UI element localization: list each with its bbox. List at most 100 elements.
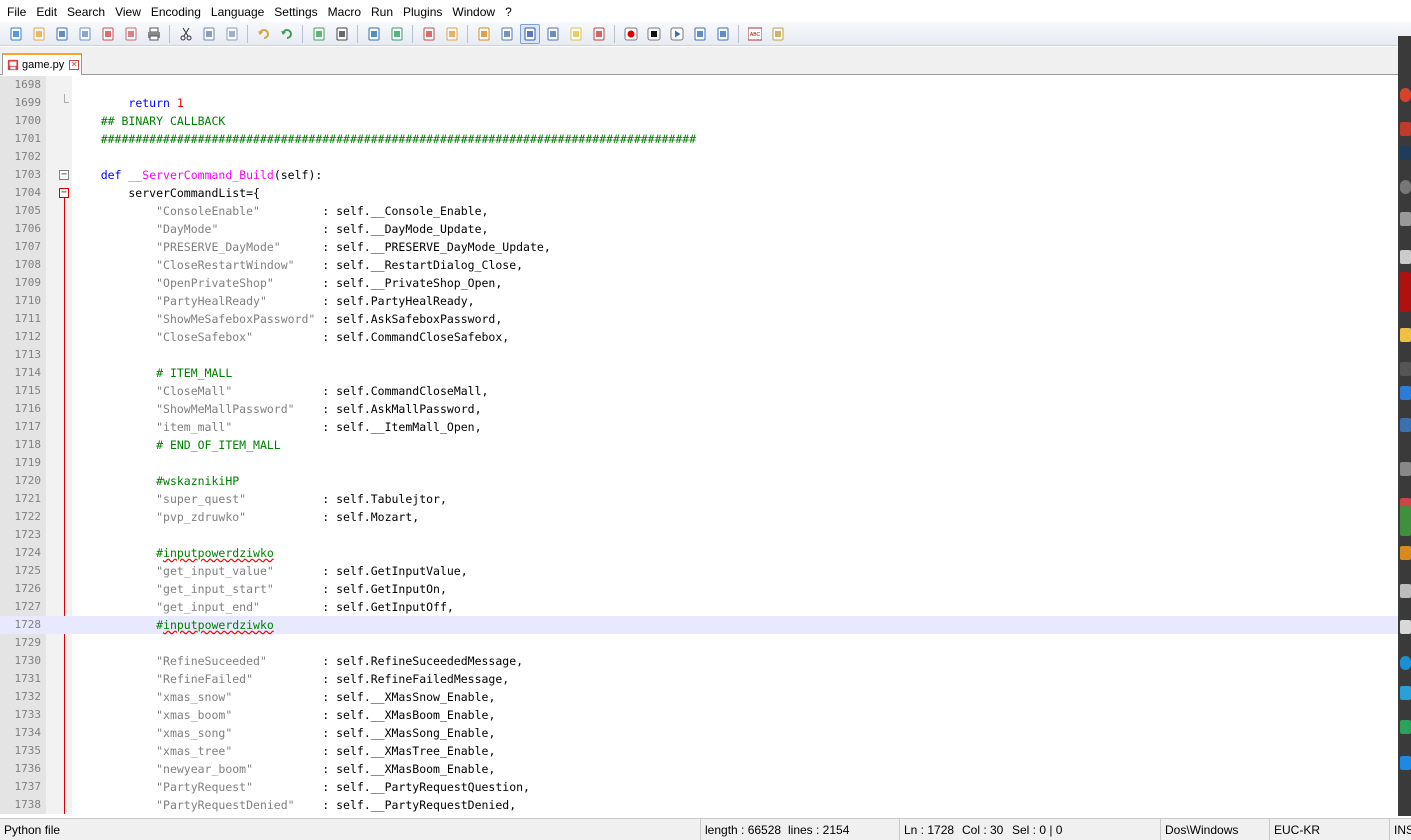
find-icon: [313, 27, 324, 40]
doc-map-button[interactable]: [566, 24, 586, 44]
word-wrap-button[interactable]: [474, 24, 494, 44]
cut-button[interactable]: [176, 24, 196, 44]
code-line[interactable]: 1707 "PRESERVE_DayMode" : self.__PRESERV…: [0, 238, 1398, 256]
paste-button[interactable]: [222, 24, 242, 44]
record-macro-button[interactable]: [621, 24, 641, 44]
code-line[interactable]: 1701 ###################################…: [0, 130, 1398, 148]
stop-macro-button[interactable]: [644, 24, 664, 44]
run-macro-multiple-button[interactable]: [690, 24, 710, 44]
code-line[interactable]: 1714 # ITEM_MALL: [0, 364, 1398, 382]
code-line[interactable]: 1722 "pvp_zdruwko" : self.Mozart,: [0, 508, 1398, 526]
save-all-button[interactable]: [75, 24, 95, 44]
menu-macro[interactable]: Macro: [323, 1, 366, 21]
menu-run[interactable]: Run: [366, 1, 398, 21]
code-line[interactable]: 1708 "CloseRestartWindow" : self.__Resta…: [0, 256, 1398, 274]
menu-edit[interactable]: Edit: [31, 1, 62, 21]
open-file-button[interactable]: [29, 24, 49, 44]
tab-close-icon[interactable]: ✕: [69, 60, 80, 70]
code-line[interactable]: 1718 # END_OF_ITEM_MALL: [0, 436, 1398, 454]
code-line[interactable]: 1732 "xmas_snow" : self.__XMasSnow_Enabl…: [0, 688, 1398, 706]
menu-window[interactable]: Window: [447, 1, 500, 21]
undo-icon: [257, 28, 269, 39]
code-line[interactable]: 1706 "DayMode" : self.__DayMode_Update,: [0, 220, 1398, 238]
code-line[interactable]: 1716 "ShowMeMallPassword" : self.AskMall…: [0, 400, 1398, 418]
code-line[interactable]: 1729: [0, 634, 1398, 652]
copy-icon: [203, 27, 214, 40]
menu-help[interactable]: ?: [500, 1, 517, 21]
status-file-type: Python file: [4, 823, 61, 837]
code-line[interactable]: 1704 − serverCommandList={: [0, 184, 1398, 202]
print-button[interactable]: [144, 24, 164, 44]
code-line[interactable]: 1711 "ShowMeSafeboxPassword" : self.AskS…: [0, 310, 1398, 328]
code-editor[interactable]: 1698 1699 return 1 1700 ## BINARY CALLBACK…: [0, 76, 1398, 814]
copy-button[interactable]: [199, 24, 219, 44]
undo-button[interactable]: [254, 24, 274, 44]
zoom-in-button[interactable]: [364, 24, 384, 44]
replace-button[interactable]: [332, 24, 352, 44]
menu-plugins[interactable]: Plugins: [398, 1, 447, 21]
code-text: "get_input_value" : self.GetInputValue,: [156, 564, 468, 578]
fold-toggle-icon[interactable]: −: [59, 188, 69, 198]
code-line[interactable]: 1733 "xmas_boom" : self.__XMasBoom_Enabl…: [0, 706, 1398, 724]
save-button[interactable]: [52, 24, 72, 44]
code-line[interactable]: 1710 "PartyHealReady" : self.PartyHealRe…: [0, 292, 1398, 310]
menu-file[interactable]: File: [2, 1, 31, 21]
close-button[interactable]: [98, 24, 118, 44]
user-language-button[interactable]: [543, 24, 563, 44]
find-button[interactable]: [309, 24, 329, 44]
code-line[interactable]: 1735 "xmas_tree" : self.__XMasTree_Enabl…: [0, 742, 1398, 760]
code-line[interactable]: 1724 #inputpowerdziwko: [0, 544, 1398, 562]
new-file-button[interactable]: [6, 24, 26, 44]
indent-guide-button[interactable]: [519, 23, 540, 44]
menu-encoding[interactable]: Encoding: [146, 1, 206, 21]
save-macro-button[interactable]: [713, 24, 733, 44]
code-line[interactable]: 1738 "PartyRequestDenied" : self.__Party…: [0, 796, 1398, 814]
code-text: #wskaznikiHP: [156, 474, 240, 488]
menu-view[interactable]: View: [110, 1, 146, 21]
code-line[interactable]: 1727 "get_input_end" : self.GetInputOff,: [0, 598, 1398, 616]
code-line[interactable]: 1699 return 1: [0, 94, 1398, 112]
redo-button[interactable]: [277, 24, 297, 44]
code-line[interactable]: 1715 "CloseMall" : self.CommandCloseMall…: [0, 382, 1398, 400]
code-line[interactable]: 1712 "CloseSafebox" : self.CommandCloseS…: [0, 328, 1398, 346]
play-macro-button[interactable]: [667, 24, 687, 44]
code-line[interactable]: 1713: [0, 346, 1398, 364]
toolbar-separator: [614, 24, 615, 43]
function-list-button[interactable]: [589, 24, 609, 44]
code-line[interactable]: 1730 "RefineSuceeded" : self.RefineSucee…: [0, 652, 1398, 670]
code-text: "PRESERVE_DayMode" : self.__PRESERVE_Day…: [156, 240, 551, 254]
close-all-button[interactable]: [121, 24, 141, 44]
menu-language[interactable]: Language: [206, 1, 269, 21]
zoom-out-button[interactable]: [387, 24, 407, 44]
code-line[interactable]: 1700 ## BINARY CALLBACK: [0, 112, 1398, 130]
menu-search[interactable]: Search: [62, 1, 110, 21]
code-line[interactable]: 1703 − def __ServerCommand_Build(self):: [0, 166, 1398, 184]
run-macro-multiple-icon: [694, 27, 705, 40]
code-line[interactable]: 1731 "RefineFailed" : self.RefineFailedM…: [0, 670, 1398, 688]
code-line[interactable]: 1728 #inputpowerdziwko: [0, 616, 1398, 634]
spell-check-button[interactable]: ABC: [745, 24, 765, 44]
code-line[interactable]: 1717 "item_mall" : self.__ItemMall_Open,: [0, 418, 1398, 436]
sync-horizontal-button[interactable]: [442, 24, 462, 44]
code-line[interactable]: 1726 "get_input_start" : self.GetInputOn…: [0, 580, 1398, 598]
code-text: #inputpowerdziwko: [156, 546, 274, 560]
code-line[interactable]: 1709 "OpenPrivateShop" : self.__PrivateS…: [0, 274, 1398, 292]
sync-vertical-button[interactable]: [419, 24, 439, 44]
code-line[interactable]: 1725 "get_input_value" : self.GetInputVa…: [0, 562, 1398, 580]
code-line[interactable]: 1705 "ConsoleEnable" : self.__Console_En…: [0, 202, 1398, 220]
menu-settings[interactable]: Settings: [269, 1, 322, 21]
code-line[interactable]: 1702: [0, 148, 1398, 166]
tab-label: game.py: [22, 59, 65, 71]
code-line[interactable]: 1720 #wskaznikiHP: [0, 472, 1398, 490]
fold-toggle-icon[interactable]: −: [59, 170, 69, 180]
code-line[interactable]: 1734 "xmas_song" : self.__XMasSong_Enabl…: [0, 724, 1398, 742]
tab-game-py[interactable]: game.py ✕: [2, 53, 82, 75]
code-line[interactable]: 1719: [0, 454, 1398, 472]
code-line[interactable]: 1737 "PartyRequest" : self.__PartyReques…: [0, 778, 1398, 796]
code-line[interactable]: 1721 "super_quest" : self.Tabulejtor,: [0, 490, 1398, 508]
code-line[interactable]: 1736 "newyear_boom" : self.__XMasBoom_En…: [0, 760, 1398, 778]
code-line[interactable]: 1698: [0, 76, 1398, 94]
code-line[interactable]: 1723: [0, 526, 1398, 544]
plugin-button[interactable]: [768, 24, 788, 44]
show-all-chars-button[interactable]: [497, 24, 517, 44]
